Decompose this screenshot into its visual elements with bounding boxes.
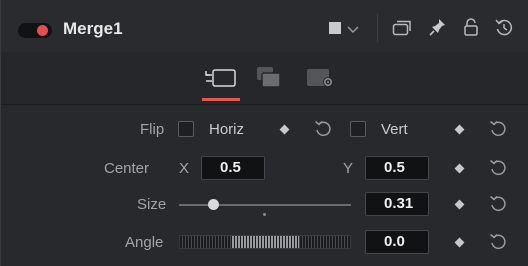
active-tab-indicator — [202, 98, 240, 101]
tab-settings[interactable] — [306, 65, 336, 94]
reset-icon[interactable] — [489, 159, 507, 182]
keyframe-diamond-icon[interactable] — [454, 237, 465, 248]
size-row: Size 0.31 — [1, 187, 528, 221]
reset-icon[interactable] — [489, 233, 507, 256]
pin-icon[interactable] — [429, 17, 447, 42]
square-icon[interactable] — [329, 21, 341, 39]
size-slider-track[interactable] — [179, 204, 351, 206]
inspector-panel: Merge1 Flip Horiz Vert Center X 0.5 Y 0.… — [0, 0, 528, 266]
reset-icon[interactable] — [314, 120, 332, 143]
chevron-down-icon[interactable] — [347, 22, 359, 40]
angle-label: Angle — [125, 234, 164, 251]
header-separator — [377, 14, 378, 42]
size-default-mark — [263, 213, 266, 216]
size-label: Size — [137, 196, 167, 213]
angle-row: Angle 0.0 — [1, 225, 528, 259]
tab-channels[interactable] — [256, 65, 282, 94]
flip-horiz-checkbox[interactable] — [178, 121, 194, 137]
flip-horiz-label: Horiz — [209, 121, 245, 138]
keyframe-diamond-icon[interactable] — [454, 199, 465, 210]
flip-vert-checkbox[interactable] — [350, 121, 366, 137]
flip-row: Flip Horiz Vert — [1, 112, 528, 146]
inspector-tabs — [1, 52, 528, 105]
keyframe-diamond-icon[interactable] — [454, 124, 465, 135]
flip-label: Flip — [140, 121, 165, 138]
controls-tab-icon — [205, 69, 236, 87]
center-x-input[interactable]: 0.5 — [201, 156, 265, 180]
reset-icon[interactable] — [489, 195, 507, 218]
tab-controls[interactable] — [204, 65, 238, 94]
center-x-label: X — [179, 160, 190, 177]
lock-icon[interactable] — [463, 17, 479, 42]
tool-header: Merge1 — [1, 0, 528, 53]
tool-title: Merge1 — [63, 19, 123, 38]
flip-vert-label: Vert — [381, 121, 408, 138]
tool-enable-toggle[interactable] — [18, 23, 52, 38]
keyframe-diamond-icon[interactable] — [454, 163, 465, 174]
keyframe-diamond-icon[interactable] — [279, 124, 290, 135]
center-label: Center — [104, 160, 150, 177]
reset-all-icon[interactable] — [494, 17, 514, 42]
toggle-indicator — [37, 25, 48, 36]
center-y-label: Y — [343, 160, 354, 177]
center-row: Center X 0.5 Y 0.5 — [1, 151, 528, 185]
size-slider-knob[interactable] — [208, 199, 220, 210]
channels-tab-icon — [257, 67, 281, 88]
angle-thumbwheel[interactable] — [179, 235, 351, 249]
reset-icon[interactable] — [489, 120, 507, 143]
angle-input[interactable]: 0.0 — [365, 230, 429, 254]
center-y-input[interactable]: 0.5 — [365, 156, 429, 180]
thumbwheel-center — [231, 236, 299, 248]
copy-window-icon[interactable] — [392, 19, 412, 42]
size-input[interactable]: 0.31 — [365, 192, 429, 216]
settings-tab-icon — [307, 69, 333, 87]
